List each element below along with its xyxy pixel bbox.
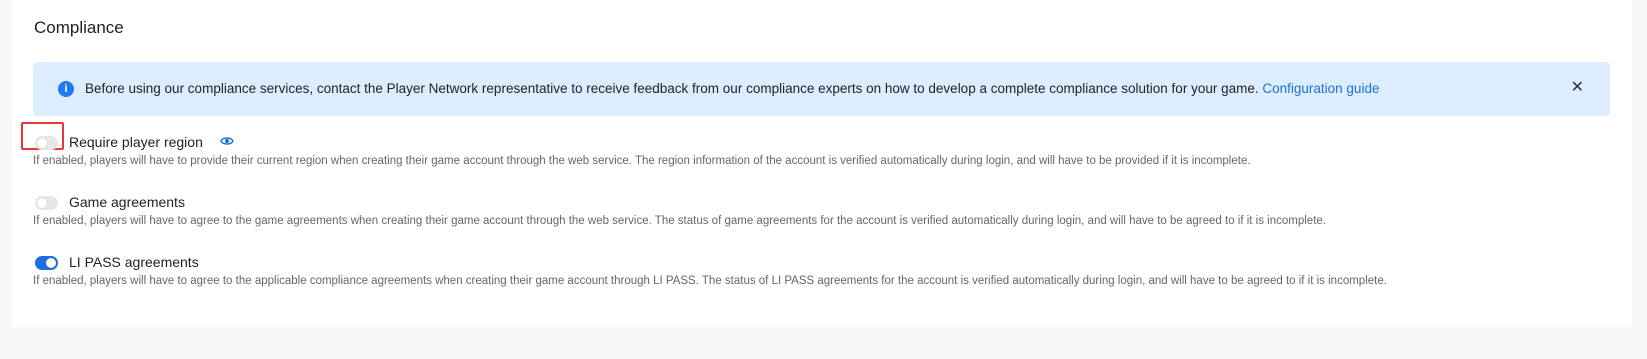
option-description: If enabled, players will have to agree t… [33,275,1387,287]
compliance-card: Compliance i Before using our compliance… [12,0,1632,327]
option-label: Require player region [69,134,203,150]
require-player-region-toggle[interactable] [35,136,58,150]
toggle-knob [46,258,56,268]
game-agreements-toggle[interactable] [35,196,58,210]
alert-text: Before using our compliance services, co… [85,81,1259,96]
eye-icon[interactable] [220,135,234,147]
option-label: LI PASS agreements [69,254,199,270]
info-alert: i Before using our compliance services, … [33,62,1610,116]
info-icon: i [58,81,74,97]
alert-message: Before using our compliance services, co… [85,81,1379,96]
li-pass-agreements-toggle[interactable] [35,256,58,270]
configuration-guide-link[interactable]: Configuration guide [1262,81,1379,96]
close-icon[interactable]: ✕ [1571,79,1584,97]
option-description: If enabled, players will have to provide… [33,155,1251,167]
toggle-knob [37,138,47,148]
option-label: Game agreements [69,194,185,210]
section-title: Compliance [34,18,124,37]
option-description: If enabled, players will have to agree t… [33,215,1326,227]
toggle-knob [37,198,47,208]
